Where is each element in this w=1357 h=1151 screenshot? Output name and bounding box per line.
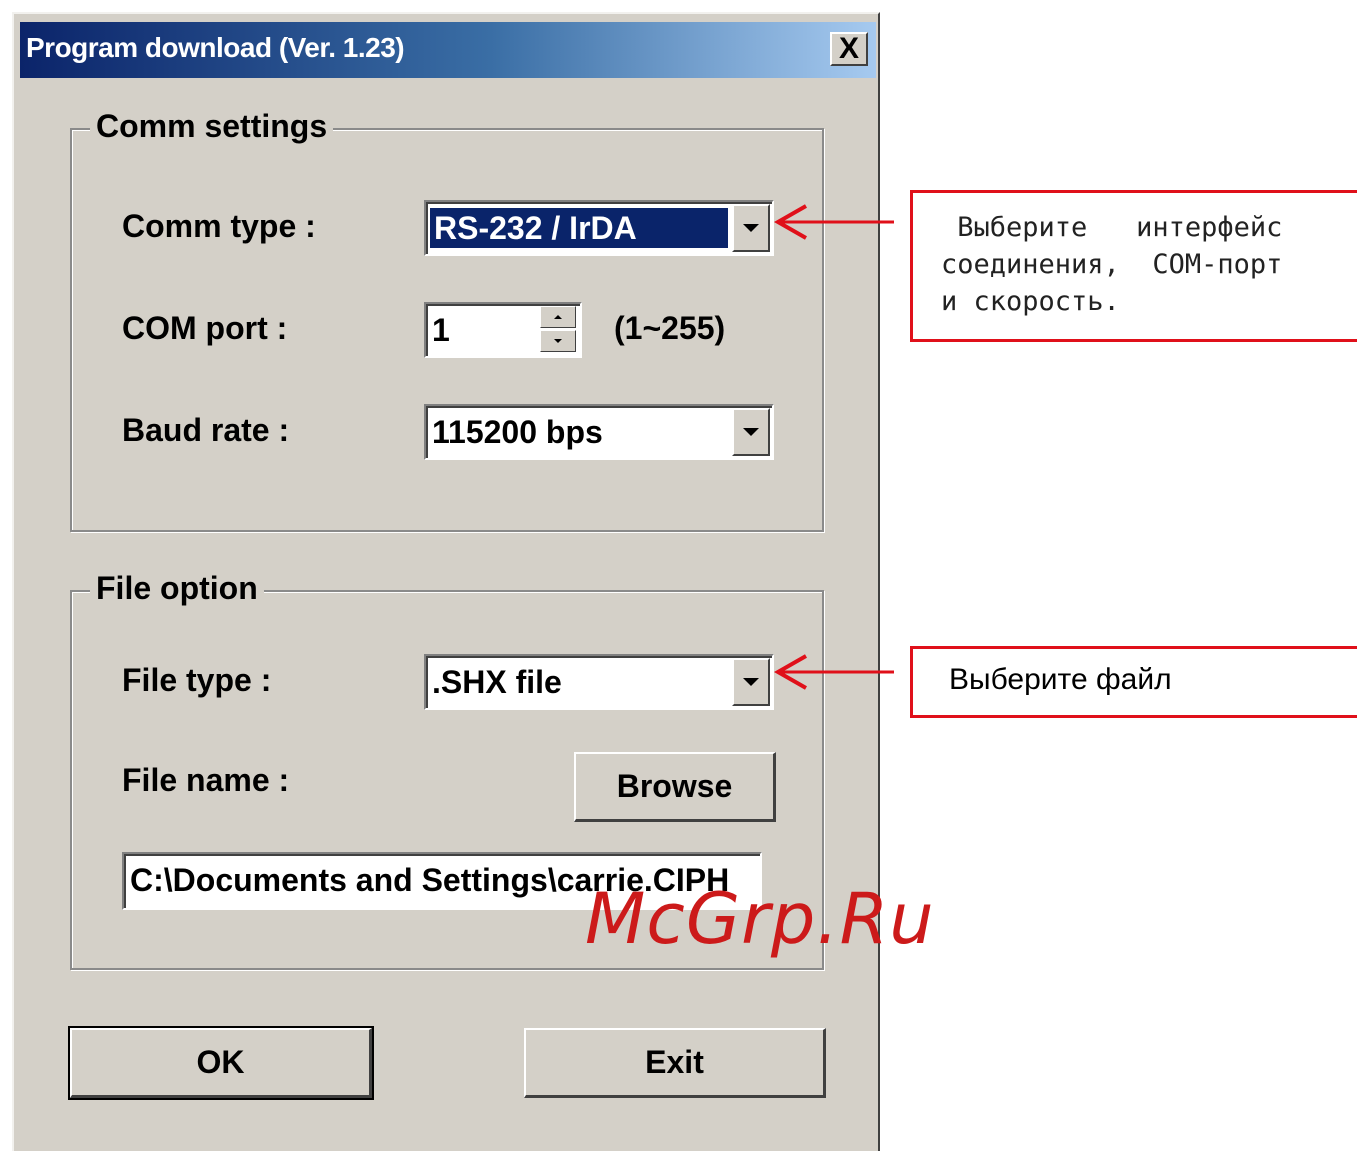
comm-note-line3: и скорость.: [941, 286, 1120, 317]
comm-note-line2: соединения, СОМ-порт: [941, 249, 1283, 280]
exit-button[interactable]: Exit: [524, 1028, 826, 1098]
comm-type-select[interactable]: RS-232 / IrDA: [424, 200, 774, 256]
program-download-dialog: Program download (Ver. 1.23) X Comm sett…: [12, 12, 880, 1151]
comm-note-line1: Выберите интерфейс: [941, 212, 1283, 243]
comm-arrow-icon: [773, 204, 894, 240]
file-type-select[interactable]: .SHX file: [424, 654, 774, 710]
browse-button[interactable]: Browse: [574, 752, 776, 822]
file-type-dropdown-button[interactable]: [732, 658, 770, 706]
com-port-stepper[interactable]: 1: [424, 302, 582, 358]
comm-settings-callout: Выберите интерфейс соединения, СОМ-порт …: [910, 190, 1357, 342]
ok-button[interactable]: OK: [68, 1026, 374, 1100]
chevron-down-icon: [743, 224, 759, 232]
comm-type-value: RS-232 / IrDA: [430, 208, 728, 248]
file-arrow-icon: [773, 654, 894, 690]
window-title: Program download (Ver. 1.23): [26, 32, 405, 63]
comm-settings-group: Comm settings Comm type : RS-232 / IrDA …: [70, 108, 824, 532]
watermark: McGrp.Ru: [585, 878, 935, 960]
com-port-label: COM port :: [122, 310, 288, 346]
com-port-range: (1~255): [614, 310, 726, 346]
arrow-up-icon: [554, 315, 562, 319]
file-name-label: File name :: [122, 762, 290, 798]
close-icon: X: [838, 32, 859, 65]
comm-callout-text: Выберите интерфейс соединения, СОМ-порт …: [941, 209, 1282, 320]
title-bar: Program download (Ver. 1.23) X: [20, 22, 876, 78]
file-option-legend: File option: [90, 570, 264, 607]
comm-settings-legend: Comm settings: [90, 108, 334, 145]
baud-rate-dropdown-button[interactable]: [732, 408, 770, 456]
com-port-value: 1: [432, 312, 450, 348]
file-option-callout: Выберите файл: [910, 646, 1357, 718]
chevron-down-icon: [743, 678, 759, 686]
baud-rate-label: Baud rate :: [122, 412, 290, 448]
close-button[interactable]: X: [830, 32, 868, 66]
baud-rate-value: 115200 bps: [432, 414, 603, 450]
com-port-increment-button[interactable]: [540, 306, 576, 328]
baud-rate-select[interactable]: 115200 bps: [424, 404, 774, 460]
com-port-decrement-button[interactable]: [540, 330, 576, 352]
file-note-text: Выберите файл: [949, 663, 1172, 696]
comm-type-label: Comm type :: [122, 208, 316, 244]
chevron-down-icon: [743, 428, 759, 436]
callout-arrows: [773, 204, 894, 690]
file-type-label: File type :: [122, 662, 272, 698]
file-type-value: .SHX file: [432, 664, 562, 700]
comm-type-dropdown-button[interactable]: [732, 204, 770, 252]
arrow-down-icon: [554, 339, 562, 343]
